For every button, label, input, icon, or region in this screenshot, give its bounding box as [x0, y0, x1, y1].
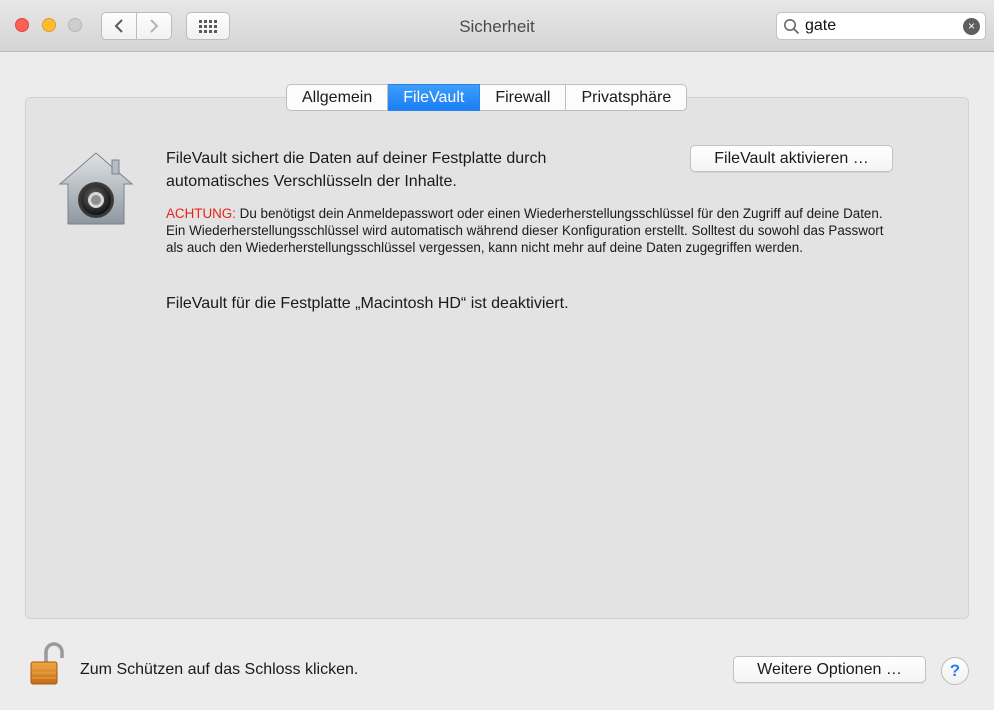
- tab-firewall[interactable]: Firewall: [480, 84, 567, 111]
- lock-open-icon[interactable]: [30, 642, 64, 686]
- tab-allgemein[interactable]: Allgemein: [286, 84, 389, 111]
- search-input[interactable]: [805, 16, 955, 36]
- warning-label: ACHTUNG:: [166, 206, 236, 221]
- filevault-warning: ACHTUNG: Du benötigst dein Anmeldepasswo…: [166, 205, 891, 256]
- lock-label: Zum Schützen auf das Schloss klicken.: [80, 661, 359, 678]
- warning-text: Du benötigst dein Anmeldepasswort oder e…: [166, 206, 884, 255]
- more-options-button[interactable]: Weitere Optionen …: [733, 656, 926, 683]
- clear-search-icon[interactable]: ×: [963, 18, 980, 35]
- filevault-status: FileVault für die Festplatte „Macintosh …: [166, 295, 569, 312]
- help-button[interactable]: ?: [941, 657, 969, 685]
- filevault-description: FileVault sichert die Daten auf deiner F…: [166, 150, 547, 190]
- search-field[interactable]: ×: [776, 12, 986, 40]
- title-bar: Sicherheit ×: [0, 0, 994, 52]
- search-icon: [784, 19, 800, 35]
- filevault-house-icon: [58, 152, 134, 225]
- tab-filevault[interactable]: FileVault: [388, 84, 481, 111]
- tab-privatsphaere[interactable]: Privatsphäre: [566, 84, 688, 111]
- filevault-activate-button[interactable]: FileVault aktivieren …: [690, 145, 893, 172]
- tab-bar: Allgemein FileVault Firewall Privatsphär…: [286, 84, 688, 111]
